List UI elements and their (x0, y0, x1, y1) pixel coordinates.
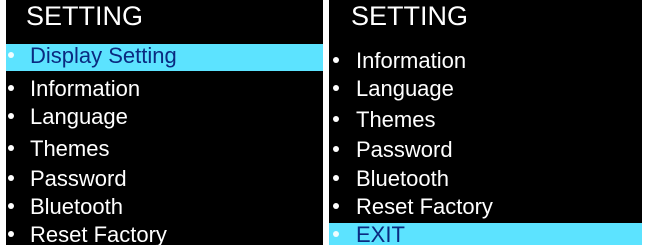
menu-item-exit[interactable]: EXIT (329, 222, 642, 245)
menu-item-display-setting[interactable]: Display Setting (6, 43, 323, 71)
bullet-icon (333, 146, 339, 152)
bullet-icon (333, 203, 339, 209)
bullet-icon (333, 57, 339, 63)
menu-item-label: Bluetooth (30, 194, 123, 219)
menu-item-label: Themes (356, 107, 436, 132)
menu-item-themes[interactable]: Themes (329, 107, 642, 135)
bullet-icon (333, 231, 339, 237)
menu-item-label: Reset Factory (30, 222, 167, 245)
bullet-icon (8, 113, 14, 119)
menu-item-label: Password (356, 137, 453, 162)
bullet-icon (333, 116, 339, 122)
bullet-icon (8, 203, 14, 209)
bullet-icon (8, 52, 14, 58)
menu-item-information[interactable]: Information (329, 48, 642, 76)
screen-title: SETTING (26, 1, 144, 31)
menu-item-bluetooth[interactable]: Bluetooth (6, 194, 323, 222)
menu-item-label: Language (30, 104, 128, 129)
bullet-icon (8, 85, 14, 91)
menu-item-language[interactable]: Language (329, 76, 642, 104)
menu-item-label: Information (356, 48, 467, 73)
settings-screen-right: SETTING Information Language Themes Pass… (329, 0, 642, 245)
bullet-icon (333, 85, 339, 91)
bullet-icon (333, 175, 339, 181)
bullet-icon (8, 175, 14, 181)
menu-item-label: Reset Factory (356, 194, 493, 219)
menu-item-information[interactable]: Information (6, 76, 323, 104)
settings-screen-left: SETTING Display Setting Information Lang… (6, 0, 323, 245)
menu-item-password[interactable]: Password (6, 166, 323, 194)
menu-item-bluetooth[interactable]: Bluetooth (329, 166, 642, 194)
menu-item-themes[interactable]: Themes (6, 136, 323, 164)
menu-item-label: Display Setting (30, 43, 177, 68)
menu-item-label: EXIT (356, 222, 405, 245)
screen-title: SETTING (351, 1, 469, 31)
menu-item-password[interactable]: Password (329, 137, 642, 165)
menu-item-label: Themes (30, 136, 110, 161)
menu-item-reset-factory[interactable]: Reset Factory (329, 194, 642, 222)
bullet-icon (8, 231, 14, 237)
menu-item-label: Language (356, 76, 454, 101)
menu-item-label: Password (30, 166, 127, 191)
menu-item-reset-factory[interactable]: Reset Factory (6, 222, 323, 245)
menu-item-language[interactable]: Language (6, 104, 323, 132)
menu-item-label: Bluetooth (356, 166, 449, 191)
bullet-icon (8, 145, 14, 151)
menu-item-label: Information (30, 76, 141, 101)
